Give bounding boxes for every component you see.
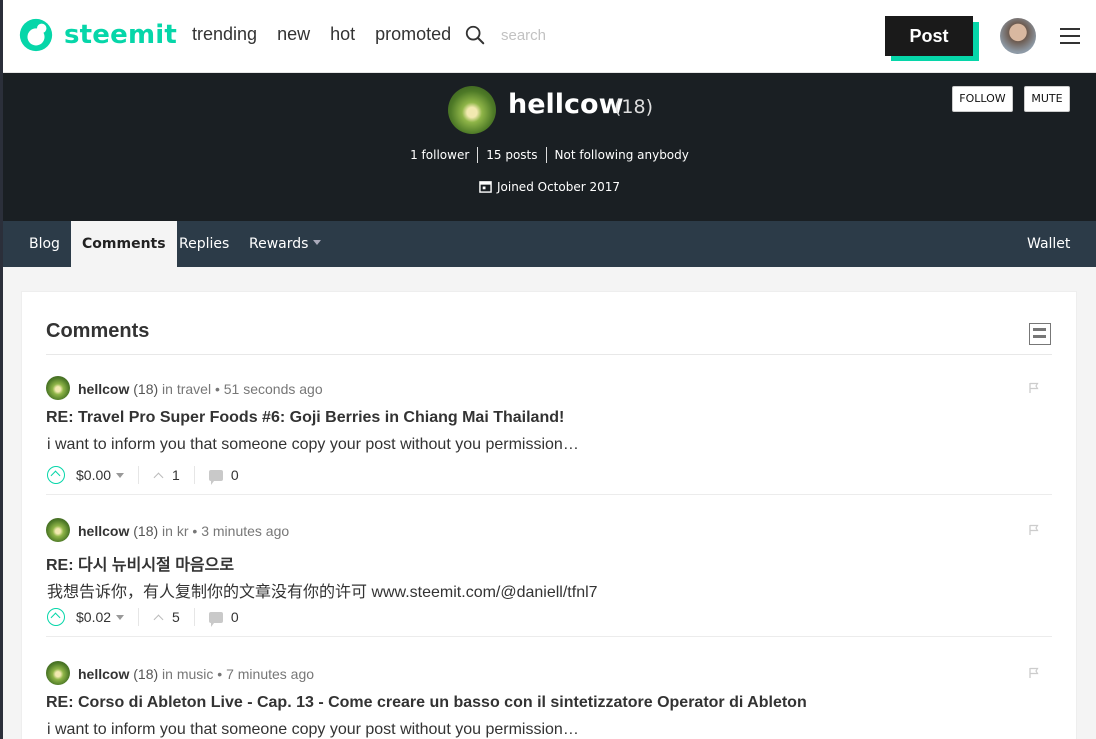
flag-icon[interactable]	[1028, 524, 1040, 536]
comment-footer: $0.02 5 0	[47, 606, 239, 628]
top-header: steemit trending new hot promoted Post	[3, 0, 1096, 73]
upvote-icon[interactable]	[47, 608, 65, 626]
author-avatar[interactable]	[46, 518, 70, 542]
chevron-down-icon	[313, 240, 322, 245]
comment-bubble-icon[interactable]	[208, 611, 223, 627]
steemit-logo-icon	[19, 18, 53, 52]
logo-text: steemit	[64, 20, 178, 50]
following-count: Not following anybody	[554, 147, 689, 162]
chevron-down-icon[interactable]	[116, 472, 125, 478]
category-prefix: in	[162, 381, 173, 397]
profile-reputation: (18)	[614, 96, 654, 118]
author-reputation: (18)	[133, 523, 159, 539]
hamburger-menu-icon[interactable]	[1060, 28, 1080, 44]
comment-body[interactable]: i want to inform you that someone copy y…	[47, 721, 579, 739]
divider	[46, 494, 1052, 495]
author-name[interactable]: hellcow	[78, 523, 129, 539]
tab-blog[interactable]: Blog	[29, 221, 60, 267]
chevron-down-icon[interactable]	[116, 614, 125, 620]
profile-banner: hellcow (18) 1 follower 15 posts Not follo…	[3, 73, 1096, 221]
joined-text: Joined October 2017	[496, 180, 620, 194]
category-prefix: in	[162, 523, 173, 539]
posts-count: 15 posts	[486, 147, 538, 162]
comment-body[interactable]: 我想告诉你，有人复制你的文章没有你的许可 www.steemit.com/@da…	[47, 578, 598, 602]
reply-count[interactable]: 0	[231, 609, 239, 625]
comment-footer: $0.00 1 0	[47, 464, 239, 486]
category-prefix: in	[162, 666, 173, 682]
follow-button[interactable]: FOLLOW	[952, 86, 1013, 112]
mute-button[interactable]: MUTE	[1024, 86, 1070, 112]
category-link[interactable]: music	[177, 666, 214, 682]
comment-bubble-icon[interactable]	[208, 469, 223, 485]
section-title: Comments	[46, 320, 150, 342]
comment-title[interactable]: RE: Travel Pro Super Foods #6: Goji Berr…	[46, 409, 564, 427]
profile-avatar	[448, 86, 496, 134]
category-link[interactable]: kr	[177, 523, 189, 539]
search-icon[interactable]	[464, 24, 486, 46]
comment-meta: hellcow (18) in music • 7 minutes ago	[78, 666, 314, 682]
comment-body[interactable]: i want to inform you that someone copy y…	[47, 436, 579, 454]
user-avatar[interactable]	[1000, 18, 1036, 54]
comment-title[interactable]: RE: Corso di Ableton Live - Cap. 13 - Co…	[46, 694, 807, 712]
chevron-up-icon	[153, 472, 164, 482]
author-reputation: (18)	[133, 381, 159, 397]
tab-comments[interactable]: Comments	[71, 221, 177, 267]
profile-stats: 1 follower 15 posts Not following anybody	[3, 147, 1096, 163]
meta-separator: •	[217, 666, 223, 682]
nav-trending[interactable]: trending	[192, 24, 257, 45]
tab-rewards[interactable]: Rewards	[249, 221, 322, 267]
author-name[interactable]: hellcow	[78, 381, 129, 397]
chevron-up-icon	[153, 614, 164, 624]
profile-tabs: Blog Comments Replies Rewards Wallet	[3, 221, 1096, 267]
payout-value[interactable]: $0.00	[76, 467, 111, 483]
comment-time[interactable]: 3 minutes ago	[201, 523, 289, 539]
author-avatar[interactable]	[46, 376, 70, 400]
comment-meta: hellcow (18) in kr • 3 minutes ago	[78, 523, 289, 539]
nav-hot[interactable]: hot	[330, 24, 355, 45]
vote-count[interactable]: 1	[172, 467, 180, 483]
layout-toggle-icon[interactable]	[1029, 323, 1051, 345]
tab-rewards-label: Rewards	[249, 236, 309, 252]
author-avatar[interactable]	[46, 661, 70, 685]
comment-meta: hellcow (18) in travel • 51 seconds ago	[78, 381, 323, 397]
main-nav: trending new hot promoted	[192, 24, 471, 45]
payout-value[interactable]: $0.02	[76, 609, 111, 625]
tab-replies[interactable]: Replies	[179, 221, 229, 267]
meta-separator: •	[192, 523, 198, 539]
divider	[193, 466, 195, 484]
category-link[interactable]: travel	[177, 381, 211, 397]
upvote-icon[interactable]	[47, 466, 65, 484]
author-reputation: (18)	[133, 666, 159, 682]
comment-time[interactable]: 7 minutes ago	[226, 666, 314, 682]
nav-promoted[interactable]: promoted	[375, 24, 451, 45]
followers-count[interactable]: 1 follower	[402, 148, 477, 162]
comment-time[interactable]: 51 seconds ago	[224, 381, 323, 397]
tab-wallet[interactable]: Wallet	[1027, 221, 1070, 267]
comments-card: Comments hellcow (18) in travel • 51 sec…	[21, 291, 1077, 739]
divider	[138, 608, 140, 626]
post-button[interactable]: Post	[885, 16, 973, 56]
flag-icon[interactable]	[1028, 382, 1040, 394]
search-input[interactable]	[501, 22, 761, 48]
divider	[46, 636, 1052, 637]
calendar-icon	[479, 181, 492, 193]
author-name[interactable]: hellcow	[78, 666, 129, 682]
divider	[46, 354, 1052, 355]
reply-count[interactable]: 0	[231, 467, 239, 483]
comment-title[interactable]: RE: 다시 뉴비시절 마음으로	[46, 551, 234, 575]
nav-new[interactable]: new	[277, 24, 310, 45]
meta-separator: •	[214, 381, 220, 397]
divider	[193, 608, 195, 626]
divider	[138, 466, 140, 484]
joined-date: Joined October 2017	[3, 180, 1096, 194]
flag-icon[interactable]	[1028, 667, 1040, 679]
vote-count[interactable]: 5	[172, 609, 180, 625]
profile-name: hellcow	[508, 89, 624, 120]
steemit-logo[interactable]: steemit	[17, 16, 177, 54]
